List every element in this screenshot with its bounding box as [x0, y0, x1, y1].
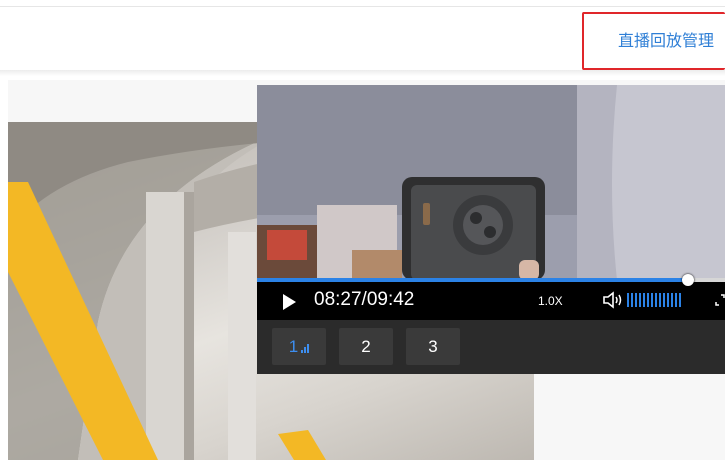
channel-bar	[257, 320, 725, 374]
fullscreen-icon[interactable]	[715, 294, 725, 306]
channel-button-3[interactable]: 3	[406, 328, 460, 365]
volume-slider[interactable]	[627, 293, 681, 307]
page: 直播回放管理 08:27/09:42 1.0X 1 2 3	[0, 0, 725, 460]
volume-bar	[643, 293, 645, 307]
video-player[interactable]: 08:27/09:42 1.0X 1 2 3	[257, 85, 725, 374]
volume-bar	[655, 293, 657, 307]
volume-bar	[635, 293, 637, 307]
volume-bar	[647, 293, 649, 307]
channel-label: 3	[428, 337, 438, 356]
volume-bar	[663, 293, 665, 307]
progress-fill	[257, 278, 688, 282]
video-frame[interactable]	[257, 85, 725, 280]
playback-speed-button[interactable]: 1.0X	[538, 294, 563, 308]
volume-bar	[675, 293, 677, 307]
header-shadow	[0, 70, 725, 76]
volume-bar	[627, 293, 629, 307]
signal-bars-icon	[301, 343, 310, 353]
volume-bar	[659, 293, 661, 307]
progress-knob[interactable]	[682, 274, 694, 286]
live-replay-management-link[interactable]: 直播回放管理	[582, 12, 725, 70]
volume-bar	[667, 293, 669, 307]
video-content	[257, 85, 725, 280]
channel-label: 2	[361, 337, 371, 356]
volume-icon[interactable]	[602, 291, 624, 309]
channel-label: 1	[288, 337, 299, 356]
volume-bar	[631, 293, 633, 307]
volume-bar	[639, 293, 641, 307]
play-icon[interactable]	[283, 294, 296, 310]
volume-bar	[651, 293, 653, 307]
channel-button-2[interactable]: 2	[339, 328, 393, 365]
volume-bar	[679, 293, 681, 307]
volume-bar	[671, 293, 673, 307]
channel-button-1[interactable]: 1	[272, 328, 326, 365]
time-display: 08:27/09:42	[314, 289, 415, 310]
